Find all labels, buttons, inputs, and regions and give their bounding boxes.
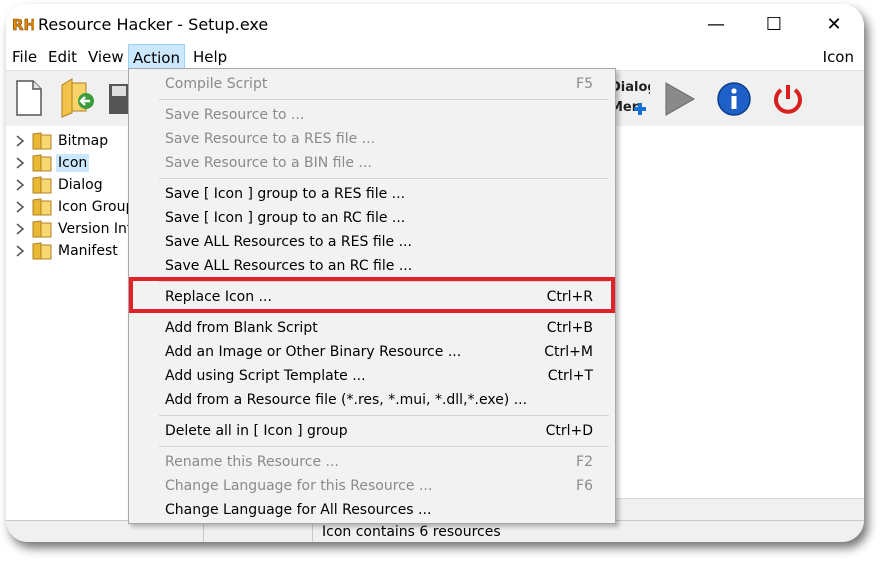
menu-item-save-resource-to[interactable]: Save Resource to ... <box>129 103 615 127</box>
menu-item-save-all-rc[interactable]: Save ALL Resources to an RC file ... <box>129 254 615 278</box>
menu-item-shortcut: F6 <box>576 478 593 494</box>
menu-item-label: Add using Script Template ... <box>165 368 366 384</box>
menu-item-label: Delete all in [ Icon ] group <box>165 423 348 439</box>
menu-item-change-language-all[interactable]: Change Language for All Resources ... <box>129 498 615 522</box>
menu-item-label: Change Language for All Resources ... <box>165 502 432 518</box>
tree-item-label: Bitmap <box>58 133 109 149</box>
menu-item-rename-resource[interactable]: Rename this Resource ... F2 <box>129 450 615 474</box>
folder-icon <box>32 132 52 150</box>
folder-icon <box>32 198 52 216</box>
menu-item-add-resource-file[interactable]: Add from a Resource file (*.res, *.mui, … <box>129 388 615 412</box>
menu-item-shortcut: F2 <box>576 454 593 470</box>
menu-item-label: Add from a Resource file (*.res, *.mui, … <box>165 392 528 408</box>
status-separator <box>203 521 204 542</box>
folder-icon <box>32 220 52 238</box>
menu-bar: File Edit View Action Help Icon <box>6 44 864 70</box>
menu-item-shortcut: Ctrl+M <box>544 344 593 360</box>
chevron-right-icon[interactable] <box>14 222 26 236</box>
svg-text:Dialog: Dialog <box>610 80 650 95</box>
save-icon[interactable] <box>108 83 128 115</box>
menu-separator <box>159 446 609 447</box>
menu-item-save-group-res[interactable]: Save [ Icon ] group to a RES file ... <box>129 182 615 206</box>
new-file-icon[interactable] <box>14 79 44 117</box>
menu-action[interactable]: Action <box>128 44 185 70</box>
menu-item-save-resource-res[interactable]: Save Resource to a RES file ... <box>129 127 615 151</box>
folder-icon <box>32 154 52 172</box>
menu-item-label: Add an Image or Other Binary Resource ..… <box>165 344 462 360</box>
folder-icon <box>32 176 52 194</box>
menu-separator <box>159 99 609 100</box>
chevron-right-icon[interactable] <box>14 244 26 258</box>
menu-item-label: Rename this Resource ... <box>165 454 339 470</box>
menu-item-shortcut: F5 <box>576 76 593 92</box>
menu-help[interactable]: Help <box>189 44 231 70</box>
current-resource-type-label: Icon <box>822 48 854 66</box>
status-separator <box>312 521 313 542</box>
menu-item-add-script-template[interactable]: Add using Script Template ... Ctrl+T <box>129 364 615 388</box>
folder-icon <box>32 242 52 260</box>
menu-item-change-language-this[interactable]: Change Language for this Resource ... F6 <box>129 474 615 498</box>
chevron-right-icon[interactable] <box>14 200 26 214</box>
dialog-merger-icon[interactable]: Dialog Mer <box>610 77 650 121</box>
chevron-right-icon[interactable] <box>14 178 26 192</box>
menu-view[interactable]: View <box>84 44 128 70</box>
menu-item-label: Save [ Icon ] group to a RES file ... <box>165 186 406 202</box>
tree-item-label: Icon Group <box>58 199 135 215</box>
tree-item-label: Icon <box>56 154 90 172</box>
menu-item-add-image-binary[interactable]: Add an Image or Other Binary Resource ..… <box>129 340 615 364</box>
tree-item-label: Dialog <box>58 177 103 193</box>
title-bar: RH Resource Hacker - Setup.exe — ☐ ✕ <box>6 4 864 44</box>
menu-item-label: Save Resource to a RES file ... <box>165 131 376 147</box>
menu-item-label: Save ALL Resources to a RES file ... <box>165 234 412 250</box>
svg-text:RH: RH <box>12 16 34 34</box>
menu-item-save-resource-bin[interactable]: Save Resource to a BIN file ... <box>129 151 615 175</box>
chevron-right-icon[interactable] <box>14 134 26 148</box>
menu-item-label: Save Resource to ... <box>165 107 305 123</box>
menu-item-label: Save [ Icon ] group to an RC file ... <box>165 210 406 226</box>
maximize-button[interactable]: ☐ <box>752 10 796 40</box>
tree-item-label: Manifest <box>58 243 118 259</box>
resource-hacker-logo-icon: RH <box>12 16 34 34</box>
open-folder-icon[interactable] <box>58 77 98 119</box>
menu-item-delete-all-group[interactable]: Delete all in [ Icon ] group Ctrl+D <box>129 419 615 443</box>
minimize-button[interactable]: — <box>694 10 738 40</box>
info-icon[interactable] <box>716 81 752 117</box>
menu-item-label: Change Language for this Resource ... <box>165 478 433 494</box>
menu-edit[interactable]: Edit <box>44 44 81 70</box>
menu-item-save-group-rc[interactable]: Save [ Icon ] group to an RC file ... <box>129 206 615 230</box>
power-icon[interactable] <box>770 81 806 117</box>
menu-item-shortcut: Ctrl+B <box>546 320 593 336</box>
run-script-icon[interactable] <box>662 81 696 117</box>
close-button[interactable]: ✕ <box>812 10 856 40</box>
menu-item-shortcut: Ctrl+D <box>545 423 593 439</box>
menu-item-label: Add from Blank Script <box>165 320 318 336</box>
chevron-right-icon[interactable] <box>14 156 26 170</box>
window-title: Resource Hacker - Setup.exe <box>38 15 269 34</box>
menu-item-save-all-res[interactable]: Save ALL Resources to a RES file ... <box>129 230 615 254</box>
menu-item-shortcut: Ctrl+T <box>547 368 593 384</box>
menu-item-add-blank-script[interactable]: Add from Blank Script Ctrl+B <box>129 316 615 340</box>
menu-item-label: Save Resource to a BIN file ... <box>165 155 372 171</box>
status-text: Icon contains 6 resources <box>322 524 501 540</box>
replace-icon-highlight-box <box>129 277 615 313</box>
menu-separator <box>159 178 609 179</box>
menu-file[interactable]: File <box>8 44 41 70</box>
menu-item-compile-script[interactable]: Compile Script F5 <box>129 72 615 96</box>
menu-separator <box>159 415 609 416</box>
menu-item-label: Compile Script <box>165 76 268 92</box>
menu-item-label: Save ALL Resources to an RC file ... <box>165 258 413 274</box>
